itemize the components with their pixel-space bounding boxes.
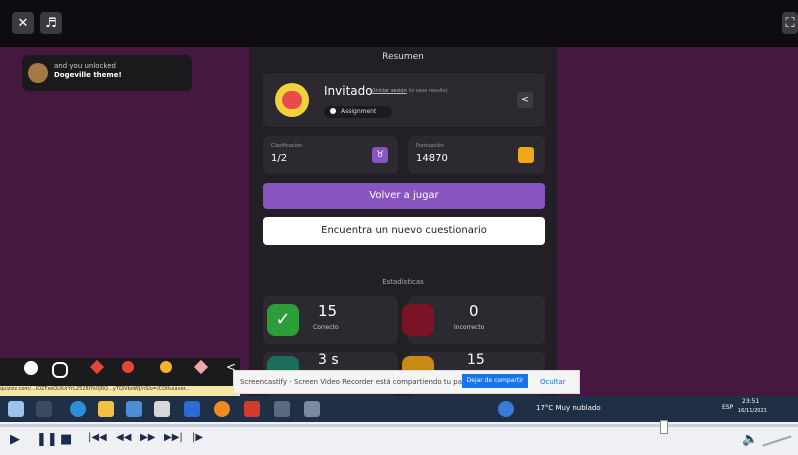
seek-bar[interactable] xyxy=(0,424,798,427)
spotlight-icon[interactable] xyxy=(52,362,68,378)
music-icon[interactable]: ♬ xyxy=(40,12,62,34)
seek-thumb[interactable] xyxy=(660,420,668,434)
dog-avatar-icon xyxy=(28,63,48,83)
time-value: 3 s xyxy=(318,352,339,368)
correct-label: Correcto xyxy=(313,324,339,331)
folder-icon[interactable] xyxy=(98,401,114,417)
rank-label: Clasificación xyxy=(271,143,303,149)
edge-icon[interactable] xyxy=(70,401,86,417)
hide-button[interactable]: Ocultar xyxy=(540,378,566,386)
rank-card: Clasificación 1/2 ♉ xyxy=(263,136,398,174)
stats-title: Estadísticas xyxy=(382,278,424,286)
record-icon[interactable] xyxy=(122,361,134,373)
trophy-icon: ♉ xyxy=(372,147,388,163)
app2-icon[interactable] xyxy=(304,401,320,417)
store-icon[interactable] xyxy=(126,401,142,417)
next-icon[interactable]: ▶▶| xyxy=(164,432,183,443)
help-icon[interactable] xyxy=(498,401,514,417)
sticker-icon[interactable] xyxy=(160,361,172,373)
calendar-icon[interactable] xyxy=(154,401,170,417)
correct-card: ✓ 15 Correcto xyxy=(263,296,398,344)
clock-date[interactable]: 16/11/2021 xyxy=(738,408,767,414)
play-again-button[interactable]: Volver a jugar xyxy=(263,183,545,209)
word-icon[interactable] xyxy=(184,401,200,417)
fullscreen-icon[interactable]: ⛶ xyxy=(782,12,798,34)
new-quiz-button[interactable]: Encuentra un nuevo cuestionario xyxy=(263,217,545,245)
streak-value: 15 xyxy=(467,352,485,368)
login-hint: to save results) xyxy=(409,88,448,94)
score-card: Puntuación 14870 xyxy=(408,136,545,174)
lang-indicator[interactable]: ESP xyxy=(722,404,733,411)
login-link[interactable]: (Iniciar sesión xyxy=(372,88,407,94)
assignment-badge: Assignment xyxy=(324,106,392,118)
stop-icon[interactable]: ■ xyxy=(60,432,72,447)
rewind-icon[interactable]: ◀◀ xyxy=(116,432,131,443)
pdf-icon[interactable] xyxy=(244,401,260,417)
correct-value: 15 xyxy=(318,302,338,320)
volume-icon[interactable]: 🔈 xyxy=(742,432,758,447)
summary-title: Resumen xyxy=(382,52,424,62)
start-icon[interactable] xyxy=(8,401,24,417)
weather-text[interactable]: 17°C Muy nublado xyxy=(536,404,601,412)
incorrect-card: 0 Incorrecto xyxy=(402,296,545,344)
user-name: Invitado xyxy=(324,84,373,98)
score-label: Puntuación xyxy=(416,143,444,149)
screen-share-notice: Screencastify - Screen Video Recorder es… xyxy=(233,370,580,394)
top-bar xyxy=(0,0,798,47)
previous-icon[interactable]: |◀◀ xyxy=(88,432,107,443)
right-background xyxy=(557,47,798,402)
avatar xyxy=(275,83,309,117)
check-icon: ✓ xyxy=(267,304,299,336)
recorder-toolbar: < xyxy=(0,358,240,388)
badge-dot-icon xyxy=(330,108,336,114)
coin-icon xyxy=(518,147,534,163)
pause-button-icon[interactable]: ❚❚ xyxy=(36,432,58,447)
app-icon[interactable] xyxy=(274,401,290,417)
badge-label: Assignment xyxy=(341,108,377,115)
clock-time[interactable]: 23:51 xyxy=(742,398,759,405)
fast-forward-icon[interactable]: ▶▶ xyxy=(140,432,155,443)
incorrect-value: 0 xyxy=(469,302,479,320)
avatar-face-icon xyxy=(282,91,302,109)
close-icon[interactable]: ✕ xyxy=(12,12,34,34)
eraser-icon[interactable] xyxy=(193,359,209,375)
unlock-line1: and you unlocked xyxy=(54,62,116,70)
rank-value: 1/2 xyxy=(271,153,288,164)
unlock-line2: Dogeville theme! xyxy=(54,71,122,79)
cross-icon xyxy=(402,304,434,336)
play-icon[interactable]: ▶ xyxy=(10,432,20,447)
pen-icon[interactable] xyxy=(89,359,105,375)
pause-icon[interactable] xyxy=(24,361,38,375)
share-icon[interactable]: < xyxy=(517,92,533,108)
frame-step-icon[interactable]: |▶ xyxy=(192,432,203,443)
share-message: Screencastify - Screen Video Recorder es… xyxy=(240,378,484,386)
unlock-toast: and you unlocked Dogeville theme! xyxy=(22,55,192,91)
left-background xyxy=(0,47,249,402)
stop-sharing-button[interactable]: Dejar de compartir xyxy=(462,374,528,388)
score-value: 14870 xyxy=(416,153,448,164)
incorrect-label: Incorrecto xyxy=(454,324,485,331)
chrome-icon[interactable] xyxy=(214,401,230,417)
user-card: Invitado (Iniciar sesión to save results… xyxy=(263,73,545,127)
taskbar xyxy=(0,396,798,422)
status-url: quizizz.com/...IOZFxeQUiUrYrL2528IYk0JRQ… xyxy=(0,386,240,396)
search-icon[interactable] xyxy=(36,401,52,417)
